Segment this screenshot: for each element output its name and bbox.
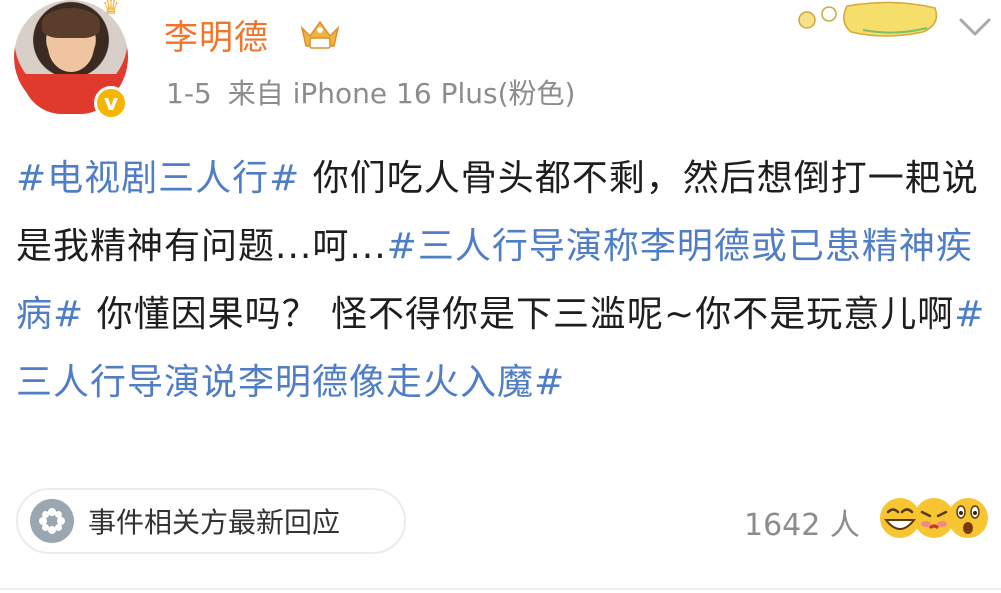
username[interactable]: 李明德 bbox=[164, 10, 269, 59]
divider bbox=[0, 588, 1001, 590]
vip-crown-icon[interactable] bbox=[298, 16, 342, 52]
verified-v-icon: v bbox=[94, 86, 128, 120]
post-meta: 1-5 来自 iPhone 16 Plus(粉色) bbox=[166, 72, 575, 112]
avatar-frame-icon: ♛ bbox=[102, 0, 120, 19]
post-body: #电视剧三人行# 你们吃人骨头都不剩，然后想倒打一耙说是我精神有问题...呵..… bbox=[16, 145, 988, 417]
reaction-count[interactable]: 1642 人 bbox=[744, 500, 860, 544]
post-source[interactable]: 来自 iPhone 16 Plus(粉色) bbox=[228, 77, 576, 110]
avatar-hair bbox=[42, 8, 100, 38]
related-updates-button[interactable]: 事件相关方最新回应 bbox=[16, 488, 406, 554]
flower-icon bbox=[30, 499, 74, 543]
emoji-reactions-icon[interactable] bbox=[876, 494, 992, 540]
vlog-sticker-icon bbox=[798, 1, 938, 37]
related-updates-label: 事件相关方最新回应 bbox=[88, 506, 341, 539]
post-time: 1-5 bbox=[166, 77, 212, 110]
chevron-down-icon[interactable] bbox=[958, 12, 992, 40]
hashtag-link[interactable]: #电视剧三人行# bbox=[16, 158, 300, 199]
post-text-segment: 你懂因果吗？ 怪不得你是下三滥呢~你不是玩意儿啊 bbox=[84, 294, 955, 335]
